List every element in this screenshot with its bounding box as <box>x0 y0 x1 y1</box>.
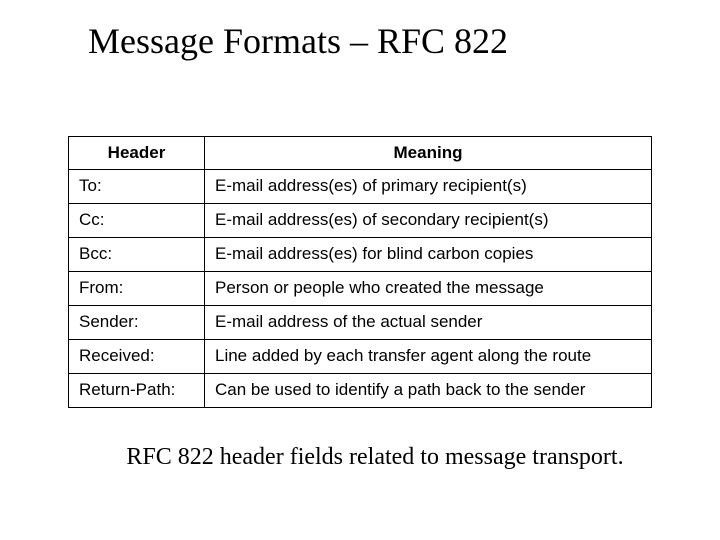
table-row: Return-Path: Can be used to identify a p… <box>69 374 652 408</box>
table-caption: RFC 822 header fields related to message… <box>0 444 720 471</box>
cell-meaning: E-mail address of the actual sender <box>205 306 652 340</box>
cell-meaning: Person or people who created the message <box>205 272 652 306</box>
cell-header: Cc: <box>69 204 205 238</box>
cell-meaning: E-mail address(es) of secondary recipien… <box>205 204 652 238</box>
cell-header: Bcc: <box>69 238 205 272</box>
cell-meaning: Line added by each transfer agent along … <box>205 340 652 374</box>
table-row: Cc: E-mail address(es) of secondary reci… <box>69 204 652 238</box>
table-row: Received: Line added by each transfer ag… <box>69 340 652 374</box>
table-row: Bcc: E-mail address(es) for blind carbon… <box>69 238 652 272</box>
cell-header: From: <box>69 272 205 306</box>
cell-meaning: E-mail address(es) of primary recipient(… <box>205 170 652 204</box>
table-row: Sender: E-mail address of the actual sen… <box>69 306 652 340</box>
headers-table: Header Meaning To: E-mail address(es) of… <box>68 136 652 408</box>
table-container: Header Meaning To: E-mail address(es) of… <box>68 136 652 408</box>
column-header-meaning: Meaning <box>205 137 652 170</box>
table-row: To: E-mail address(es) of primary recipi… <box>69 170 652 204</box>
cell-header: To: <box>69 170 205 204</box>
cell-header: Received: <box>69 340 205 374</box>
table-header-row: Header Meaning <box>69 137 652 170</box>
cell-header: Sender: <box>69 306 205 340</box>
column-header-header: Header <box>69 137 205 170</box>
cell-meaning: E-mail address(es) for blind carbon copi… <box>205 238 652 272</box>
cell-meaning: Can be used to identify a path back to t… <box>205 374 652 408</box>
table-row: From: Person or people who created the m… <box>69 272 652 306</box>
cell-header: Return-Path: <box>69 374 205 408</box>
page-title: Message Formats – RFC 822 <box>0 0 720 62</box>
